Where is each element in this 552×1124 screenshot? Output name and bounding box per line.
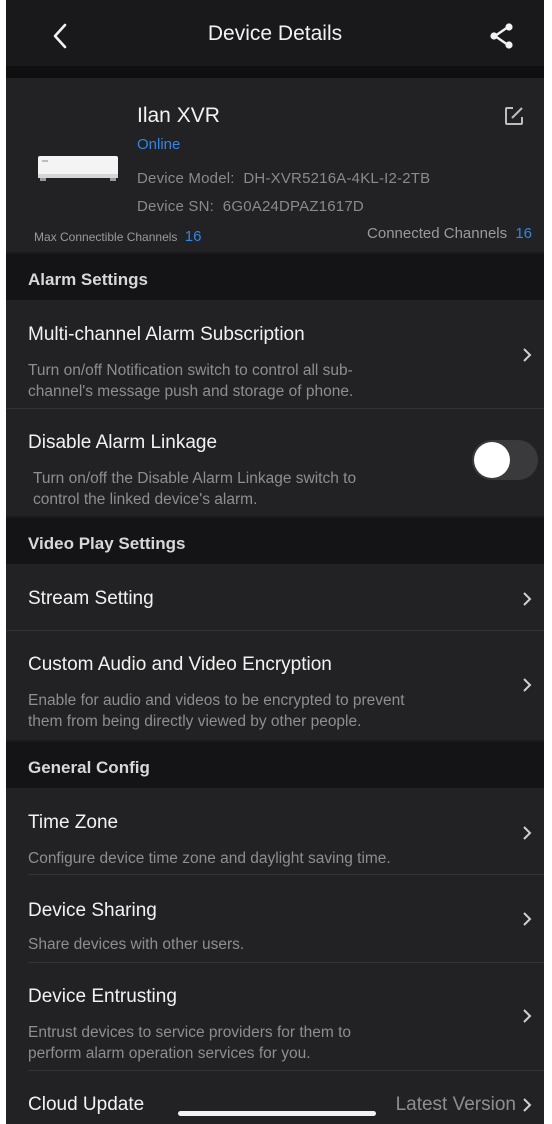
custom-encryption-row[interactable]: Custom Audio and Video Encryption Enable… <box>6 630 544 740</box>
chevron-right-icon <box>523 678 532 692</box>
desc-line: perform alarm operation services for you… <box>28 1045 311 1062</box>
disable-alarm-linkage-row: Disable Alarm Linkage Turn on/off the Di… <box>6 408 544 516</box>
stream-setting-row[interactable]: Stream Setting <box>6 564 544 630</box>
toggle-knob <box>474 442 510 478</box>
device-serial: Device SN: 6G0A24DPAZ1617D <box>137 198 364 215</box>
section-header: Video Play Settings <box>28 534 186 553</box>
home-indicator[interactable] <box>178 1111 376 1116</box>
device-sn-label: Device SN: <box>137 198 215 215</box>
device-sn-value: 6G0A24DPAZ1617D <box>222 198 364 215</box>
desc-line: them from being directly viewed by other… <box>28 713 362 730</box>
row-title: Device Entrusting <box>28 986 177 1007</box>
device-name: Ilan XVR <box>137 104 220 127</box>
row-description: Configure device time zone and daylight … <box>28 850 391 867</box>
navigation-bar: Device Details <box>6 0 544 66</box>
device-status: Online <box>137 136 181 153</box>
divider <box>6 408 544 409</box>
connected-channels-label: Connected Channels <box>367 225 508 242</box>
desc-line: channel's message push and storage of ph… <box>28 383 354 400</box>
section-header: Alarm Settings <box>28 270 148 289</box>
row-title: Time Zone <box>28 812 119 833</box>
time-zone-row[interactable]: Time Zone Configure device time zone and… <box>6 788 544 874</box>
device-model-value: DH-XVR5216A-4KL-I2-2TB <box>243 170 431 187</box>
chevron-right-icon <box>523 348 532 362</box>
page-title: Device Details <box>207 22 343 45</box>
multi-channel-alarm-row[interactable]: Multi-channel Alarm Subscription Turn on… <box>6 300 544 408</box>
desc-line: Entrust devices to service providers for… <box>28 1024 352 1041</box>
separator <box>6 66 544 78</box>
row-title: Disable Alarm Linkage <box>28 432 218 453</box>
section-video-play-settings: Video Play Settings <box>6 518 544 564</box>
disable-alarm-linkage-toggle[interactable] <box>472 440 538 480</box>
device-model-label: Device Model: <box>137 170 235 187</box>
edit-icon[interactable] <box>504 106 524 126</box>
desc-line: Turn on/off Notification switch to contr… <box>28 362 353 379</box>
desc-line: control the linked device's alarm. <box>33 491 258 508</box>
row-description: Turn on/off Notification switch to contr… <box>28 360 468 402</box>
row-description: Enable for audio and videos to be encryp… <box>28 690 498 732</box>
connected-channels-value: 16 <box>515 225 532 242</box>
row-description: Turn on/off the Disable Alarm Linkage sw… <box>33 468 473 510</box>
device-details-screen: Device Details Ilan XVR Online Device Mo… <box>6 0 544 1124</box>
device-card: Ilan XVR Online Device Model: DH-XVR5216… <box>6 78 544 252</box>
divider <box>28 874 544 875</box>
row-title: Cloud Update <box>28 1094 145 1115</box>
desc-line: Enable for audio and videos to be encryp… <box>28 692 405 709</box>
row-title: Custom Audio and Video Encryption <box>28 654 332 675</box>
divider <box>28 962 544 963</box>
max-channels-value: 16 <box>184 228 202 245</box>
chevron-right-icon <box>523 912 532 926</box>
row-title: Multi-channel Alarm Subscription <box>28 324 305 345</box>
chevron-right-icon <box>523 592 532 606</box>
section-general-config: General Config <box>6 742 544 788</box>
dvr-device-image <box>38 156 118 181</box>
row-title: Device Sharing <box>28 900 157 921</box>
row-description: Entrust devices to service providers for… <box>28 1022 468 1064</box>
chevron-right-icon <box>523 826 532 840</box>
max-channels: Max Connectible Channels 16 <box>34 228 201 245</box>
row-title: Stream Setting <box>28 588 154 609</box>
share-icon[interactable] <box>488 22 516 50</box>
chevron-right-icon <box>523 1009 532 1023</box>
chevron-right-icon <box>523 1098 532 1112</box>
connected-channels: Connected Channels 16 <box>367 225 532 242</box>
max-channels-label: Max Connectible Channels <box>34 230 178 244</box>
device-sharing-row[interactable]: Device Sharing Share devices with other … <box>6 874 544 962</box>
row-description: Share devices with other users. <box>28 936 245 953</box>
section-header: General Config <box>28 758 150 777</box>
divider <box>6 630 544 631</box>
desc-line: Turn on/off the Disable Alarm Linkage sw… <box>33 470 357 487</box>
device-entrusting-row[interactable]: Device Entrusting Entrust devices to ser… <box>6 962 544 1070</box>
cloud-update-status: Latest Version <box>395 1094 516 1115</box>
device-model: Device Model: DH-XVR5216A-4KL-I2-2TB <box>137 170 430 187</box>
section-alarm-settings: Alarm Settings <box>6 254 544 300</box>
divider <box>28 1070 544 1071</box>
